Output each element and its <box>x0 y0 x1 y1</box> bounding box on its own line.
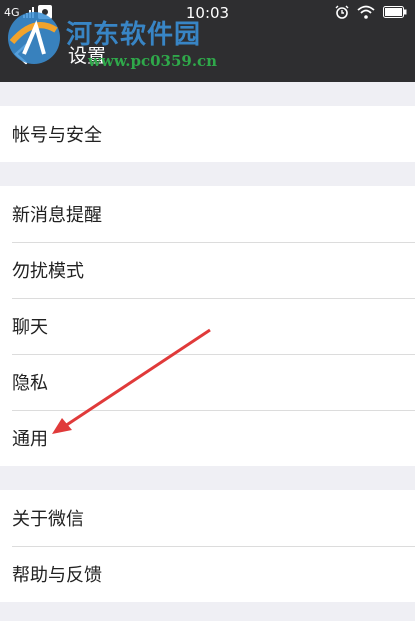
settings-item-new-message-alerts[interactable]: 新消息提醒 <box>0 186 415 242</box>
settings-group-about: 关于微信 帮助与反馈 <box>0 490 415 602</box>
title-bar: 设置 <box>0 26 415 82</box>
settings-item-label: 勿扰模式 <box>12 261 84 282</box>
settings-item-label: 隐私 <box>12 373 48 394</box>
settings-item-privacy[interactable]: 隐私 <box>0 354 415 410</box>
page-title: 设置 <box>68 45 107 67</box>
status-right <box>335 5 407 19</box>
settings-group-main: 新消息提醒 勿扰模式 聊天 隐私 通用 <box>0 186 415 466</box>
settings-group-account: 帐号与安全 <box>0 106 415 162</box>
alarm-icon <box>335 5 349 19</box>
battery-icon <box>383 6 407 18</box>
settings-item-account-security[interactable]: 帐号与安全 <box>0 106 415 162</box>
settings-item-label: 通用 <box>12 429 48 450</box>
settings-item-label: 聊天 <box>12 317 48 338</box>
settings-item-do-not-disturb[interactable]: 勿扰模式 <box>0 242 415 298</box>
status-bar: 4G 10:03 <box>0 0 415 26</box>
settings-item-chats[interactable]: 聊天 <box>0 298 415 354</box>
settings-item-label: 新消息提醒 <box>12 205 102 226</box>
settings-item-label: 关于微信 <box>12 509 84 530</box>
wifi-icon <box>357 5 375 19</box>
settings-item-general[interactable]: 通用 <box>0 410 415 466</box>
settings-item-label: 帮助与反馈 <box>12 565 102 586</box>
settings-item-label: 帐号与安全 <box>12 125 102 146</box>
back-arrow-icon[interactable] <box>8 40 36 68</box>
settings-item-help-feedback[interactable]: 帮助与反馈 <box>0 546 415 602</box>
settings-item-about-wechat[interactable]: 关于微信 <box>0 490 415 546</box>
